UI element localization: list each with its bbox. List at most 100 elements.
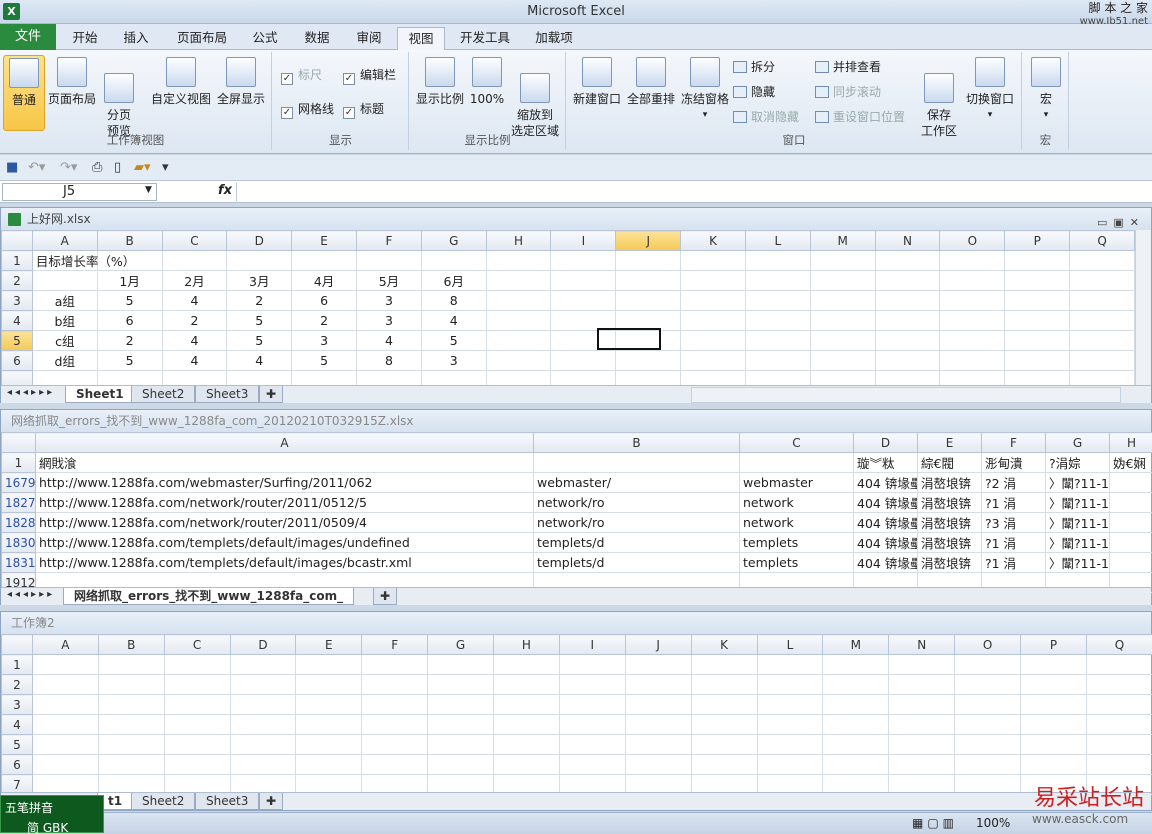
cell[interactable] bbox=[954, 654, 1021, 675]
cell-N1[interactable] bbox=[874, 250, 941, 271]
cell-D2[interactable]: 3月 bbox=[226, 270, 293, 291]
cell[interactable] bbox=[97, 654, 165, 675]
cell[interactable] bbox=[163, 674, 231, 695]
cell[interactable]: ?1 涓 bbox=[981, 492, 1046, 513]
cell[interactable] bbox=[1085, 754, 1152, 775]
cell-F3[interactable]: 3 bbox=[356, 290, 422, 311]
sheet-tab-sheet3[interactable]: Sheet3 bbox=[195, 386, 260, 403]
cell[interactable] bbox=[295, 654, 363, 675]
cell-E2[interactable]: 4月 bbox=[291, 270, 357, 291]
cell[interactable] bbox=[690, 694, 758, 715]
workbook-3-titlebar[interactable]: 工作簿2 bbox=[1, 612, 1151, 634]
cell-A6[interactable]: d组 bbox=[31, 350, 98, 371]
page-break-preview-button[interactable]: 分页 预览 bbox=[100, 55, 138, 139]
cell[interactable]: 涓嶅埌锛 bbox=[917, 472, 982, 493]
column-header[interactable]: I bbox=[550, 230, 617, 251]
cell[interactable]: ?1 涓 bbox=[981, 552, 1046, 573]
cell[interactable]: network/ro bbox=[533, 492, 740, 513]
cell-P6[interactable] bbox=[1004, 350, 1071, 371]
column-header[interactable]: Q bbox=[1069, 230, 1135, 251]
cell-E4[interactable]: 2 bbox=[291, 310, 357, 331]
cell[interactable] bbox=[954, 694, 1021, 715]
row-header[interactable]: 2 bbox=[1, 270, 33, 291]
unhide-button[interactable]: 取消隐藏 bbox=[733, 108, 799, 126]
cell[interactable] bbox=[361, 714, 429, 735]
column-header[interactable]: P bbox=[1004, 230, 1071, 251]
cell[interactable] bbox=[1109, 532, 1152, 553]
cell[interactable]: templets/d bbox=[533, 552, 740, 573]
cell-B3[interactable]: 5 bbox=[96, 290, 163, 311]
cell-M5[interactable] bbox=[809, 330, 876, 351]
column-header[interactable]: N bbox=[874, 230, 941, 251]
cell[interactable] bbox=[163, 694, 231, 715]
cell[interactable] bbox=[558, 694, 626, 715]
vertical-scrollbar[interactable] bbox=[1135, 230, 1151, 386]
cell[interactable]: 〉闈?11-12-30 bbox=[1045, 472, 1110, 493]
zoom-to-selection-button[interactable]: 缩放到 选定区域 bbox=[508, 55, 562, 139]
cell[interactable] bbox=[31, 754, 99, 775]
header-cell[interactable]: 網戝湌 bbox=[35, 452, 534, 473]
cell-Q4[interactable] bbox=[1069, 310, 1135, 331]
cell-P4[interactable] bbox=[1004, 310, 1071, 331]
cell-F5[interactable]: 4 bbox=[356, 330, 422, 351]
column-header[interactable]: F bbox=[356, 230, 422, 251]
cell[interactable] bbox=[1020, 714, 1087, 735]
column-header[interactable]: J bbox=[615, 230, 682, 251]
view-mode-icons[interactable]: ▦▢▥ bbox=[912, 816, 958, 830]
cell-I6[interactable] bbox=[550, 350, 617, 371]
cell[interactable]: 涓嶅埌锛 bbox=[917, 492, 982, 513]
cell-J1[interactable] bbox=[615, 250, 682, 271]
cell-A1[interactable]: 目标增长率（%） bbox=[31, 250, 135, 271]
column-header[interactable]: G bbox=[427, 634, 494, 655]
cell-L4[interactable] bbox=[744, 310, 811, 331]
cell-E5[interactable]: 3 bbox=[291, 330, 357, 351]
column-header[interactable]: H bbox=[485, 230, 552, 251]
save-icon[interactable]: ■ bbox=[6, 160, 18, 175]
column-header[interactable]: D bbox=[853, 432, 918, 453]
column-header[interactable]: M bbox=[809, 230, 876, 251]
cell[interactable] bbox=[493, 714, 560, 735]
cell[interactable] bbox=[229, 714, 297, 735]
cell-C1[interactable] bbox=[161, 250, 228, 271]
cell[interactable] bbox=[954, 754, 1021, 775]
tab-page-layout[interactable]: 页面布局 bbox=[170, 27, 234, 50]
cell[interactable] bbox=[31, 714, 99, 735]
cell-Q3[interactable] bbox=[1069, 290, 1135, 311]
cell-B6[interactable]: 5 bbox=[96, 350, 163, 371]
cell[interactable]: 404 锛堟壘 bbox=[853, 492, 918, 513]
cell[interactable] bbox=[1109, 472, 1152, 493]
column-header[interactable]: C bbox=[161, 230, 228, 251]
cell[interactable] bbox=[558, 734, 626, 755]
column-header[interactable]: L bbox=[756, 634, 824, 655]
column-header[interactable]: B bbox=[533, 432, 740, 453]
cell-C5[interactable]: 4 bbox=[161, 330, 228, 351]
cell[interactable]: 涓嶅埌锛 bbox=[917, 532, 982, 553]
row-header[interactable]: 1 bbox=[1, 250, 33, 271]
formula-input[interactable] bbox=[236, 183, 1136, 201]
cell[interactable] bbox=[163, 754, 231, 775]
select-all-corner[interactable] bbox=[1, 634, 33, 655]
cell[interactable] bbox=[756, 694, 824, 715]
column-header[interactable]: B bbox=[97, 634, 165, 655]
cell[interactable] bbox=[361, 694, 429, 715]
cell[interactable] bbox=[888, 694, 956, 715]
cell-F4[interactable]: 3 bbox=[356, 310, 422, 331]
column-header[interactable]: C bbox=[163, 634, 231, 655]
workbook-1-titlebar[interactable]: 上好网.xlsx ▭▣✕ bbox=[1, 208, 1151, 230]
cell[interactable] bbox=[493, 734, 560, 755]
cell[interactable] bbox=[361, 754, 429, 775]
cell[interactable] bbox=[97, 694, 165, 715]
cell[interactable] bbox=[31, 734, 99, 755]
cell-Q6[interactable] bbox=[1069, 350, 1135, 371]
workbook-1-grid[interactable]: A B C D E F G H I J K L M N O P Q 1 目标增长率（%） 2 1月 2月 3月 4月 5月 6月 3… bbox=[1, 230, 1135, 391]
cell-A2[interactable] bbox=[31, 270, 98, 291]
workbook-2-titlebar[interactable]: 网络抓取_errors_找不到_www_1288fa_com_20120210T… bbox=[1, 410, 1151, 432]
cell-D3[interactable]: 2 bbox=[226, 290, 293, 311]
header-cell[interactable]: 浵甸潰 bbox=[981, 452, 1046, 473]
column-header[interactable]: O bbox=[954, 634, 1021, 655]
cell[interactable] bbox=[1109, 552, 1152, 573]
ruler-checkbox[interactable]: ✓ 标尺 bbox=[281, 66, 322, 85]
column-header[interactable]: O bbox=[939, 230, 1006, 251]
cell-A4[interactable]: b组 bbox=[31, 310, 98, 331]
row-header[interactable]: 5 bbox=[1, 330, 33, 351]
